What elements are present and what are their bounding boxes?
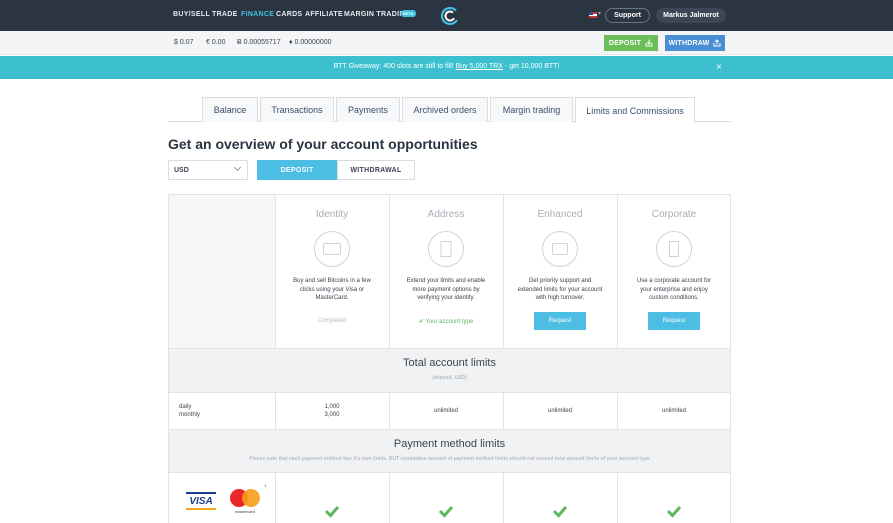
limit-label-monthly: monthly: [179, 412, 201, 418]
corporate-limit: unlimited: [661, 408, 686, 414]
withdraw-button[interactable]: WITHDRAW: [665, 35, 725, 51]
tier-corporate-name: Corporate: [651, 209, 697, 220]
tier-address-name: Address: [427, 209, 465, 220]
request-enhanced-button[interactable]: Request: [534, 312, 586, 330]
nav-cards[interactable]: CARDS: [276, 11, 302, 18]
balance-eur: € 0.00: [206, 39, 226, 46]
announcement-banner: BTT Giveaway: 400 slots are still to fil…: [0, 56, 893, 79]
download-icon: [645, 39, 653, 47]
announcement-prefix: BTT Giveaway: 400 slots are still to fil…: [333, 63, 456, 70]
deposit-label: DEPOSIT: [608, 39, 642, 47]
tier-corporate-description: Use a corporate account for your enterpr…: [636, 278, 712, 301]
checkmark-icon: [552, 506, 568, 518]
page-title: Get an overview of your account opportun…: [168, 136, 478, 152]
tab-limits-and-commissions[interactable]: Limits and Commissions: [575, 97, 695, 123]
currency-value: USD: [174, 167, 189, 174]
chevron-down-icon: [233, 163, 242, 172]
footnote-marker: 1: [264, 483, 267, 488]
support-button[interactable]: Support: [605, 8, 650, 23]
tier-identity-description: Buy and sell Bitcoins in a few clicks us…: [293, 278, 371, 301]
tab-balance[interactable]: Balance: [202, 97, 258, 122]
balance-eth: ♦ 0.00000000: [289, 39, 332, 46]
row-divider: [169, 392, 730, 393]
currency-select[interactable]: USD: [168, 160, 248, 180]
user-menu-button[interactable]: Markus Jalmerot: [656, 8, 726, 23]
nav-buy-sell[interactable]: BUY/SELL: [173, 11, 210, 18]
announcement-text: BTT Giveaway: 400 slots are still to fil…: [0, 63, 893, 70]
finance-tabs: Balance Transactions Payments Archived o…: [168, 97, 731, 123]
limit-label-daily: daily: [179, 404, 192, 410]
visa-logo: VISA: [186, 492, 216, 510]
mastercard-logo: [230, 489, 260, 509]
building-icon: [656, 231, 692, 267]
withdraw-label: WITHDRAW: [668, 39, 710, 47]
checkmark-icon: [438, 506, 454, 518]
identity-monthly-limit: 3,000: [324, 412, 340, 418]
tier-address-description: Extend your limits and enable more payme…: [406, 278, 486, 301]
nav-finance[interactable]: FINANCE: [241, 11, 274, 18]
close-icon[interactable]: ×: [716, 62, 722, 73]
balance-btc: Ƀ 0.00055717: [237, 39, 281, 46]
nav-trade[interactable]: TRADE: [212, 11, 238, 18]
chevron-down-icon[interactable]: ▾: [598, 10, 601, 17]
id-card-icon: [314, 231, 350, 267]
address-limit: unlimited: [433, 408, 458, 414]
camera-icon: [542, 231, 578, 267]
mastercard-label: mastercard: [234, 509, 255, 514]
row-divider: [169, 472, 730, 473]
total-limits-title: Total account limits: [403, 357, 496, 369]
withdrawal-toggle[interactable]: WITHDRAWAL: [337, 160, 415, 180]
announcement-link[interactable]: Buy 5,000 TRX: [456, 63, 503, 70]
payment-limits-band: [169, 430, 730, 472]
tab-archived-orders[interactable]: Archived orders: [402, 97, 488, 122]
row-divider: [169, 348, 730, 349]
nav-affiliate[interactable]: AFFILIATE: [305, 11, 343, 18]
upload-icon: [713, 39, 721, 47]
tier-identity-status: Completed: [317, 318, 347, 324]
balance-bar: $ 0.07 € 0.00 Ƀ 0.00055717 ♦ 0.00000000 …: [0, 31, 893, 55]
cex-logo-icon[interactable]: [440, 6, 460, 26]
us-flag-icon[interactable]: [589, 12, 597, 18]
balance-usd: $ 0.07: [174, 39, 194, 46]
announcement-suffix: - get 10,000 BTT!: [502, 63, 560, 70]
table-corner-cell: [169, 195, 275, 348]
deposit-button[interactable]: DEPOSIT: [604, 35, 658, 51]
tier-enhanced-name: Enhanced: [537, 209, 583, 220]
tier-enhanced-description: Get priority support and extended limits…: [517, 278, 603, 301]
total-limits-band: [169, 348, 730, 392]
checkmark-icon: [324, 506, 340, 518]
limits-table: Identity Buy and sell Bitcoins in a few …: [168, 194, 731, 523]
checkmark-icon: [666, 506, 682, 518]
deposit-toggle[interactable]: DEPOSIT: [257, 160, 337, 180]
enhanced-limit: unlimited: [547, 408, 572, 414]
tier-identity-name: Identity: [315, 209, 349, 220]
payment-limits-title: Payment method limits: [393, 438, 506, 450]
document-icon: [428, 231, 464, 267]
tab-margin-trading[interactable]: Margin trading: [490, 97, 573, 122]
tab-payments[interactable]: Payments: [336, 97, 400, 122]
total-limits-subtitle: (deposit, USD): [432, 375, 467, 381]
beta-badge: BETA: [401, 10, 416, 17]
tab-transactions[interactable]: Transactions: [260, 97, 334, 122]
request-corporate-button[interactable]: Request: [648, 312, 700, 330]
top-navigation: BUY/SELL TRADE FINANCE CARDS AFFILIATE M…: [0, 0, 893, 31]
payment-limits-note: Please note that each payment method has…: [249, 456, 650, 462]
identity-daily-limit: 1,000: [324, 404, 340, 410]
tier-address-status: ✔ Your account type: [418, 319, 474, 325]
